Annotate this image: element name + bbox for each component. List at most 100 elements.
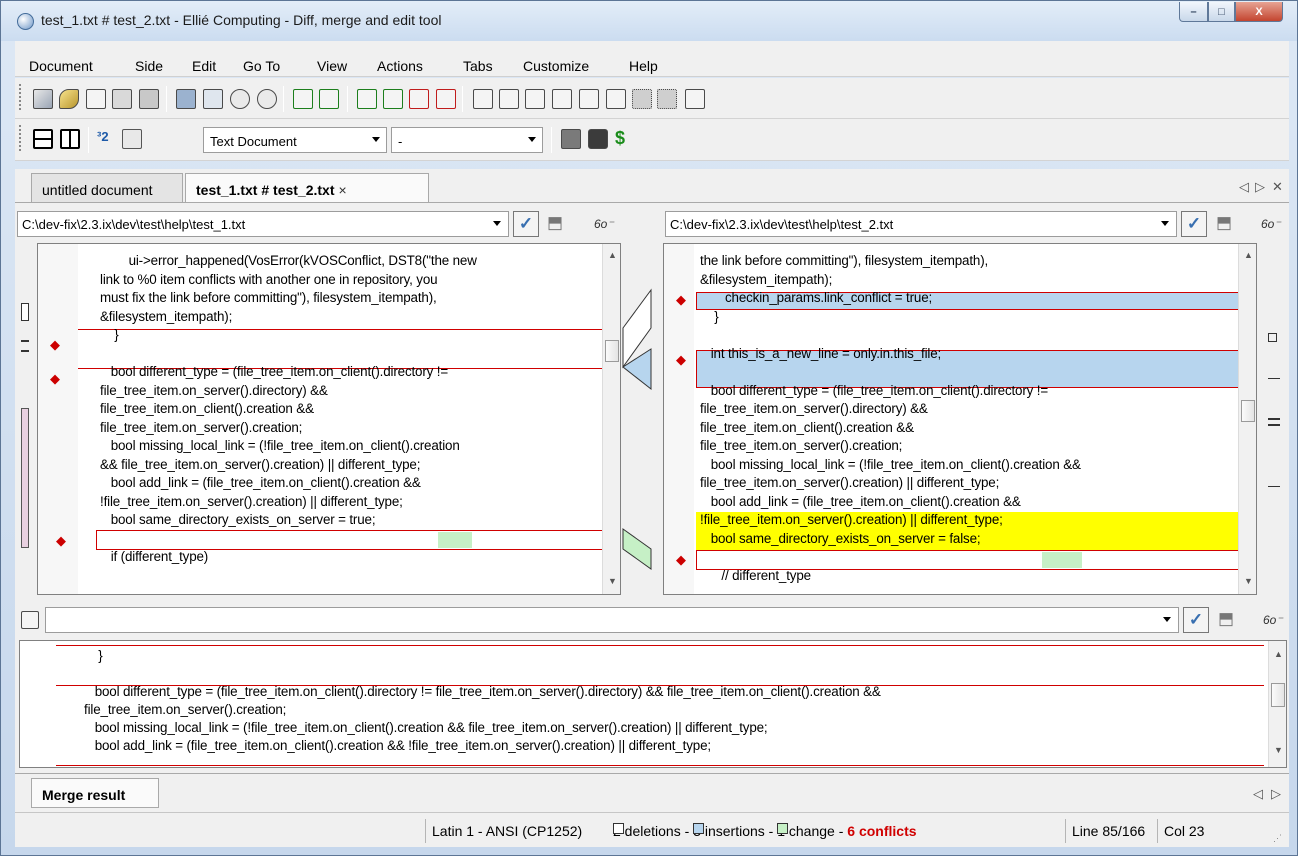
- diff-marker-icon[interactable]: ◆: [50, 337, 60, 353]
- merge-path-combo[interactable]: [45, 607, 1179, 633]
- prev-conflict-icon[interactable]: [409, 89, 429, 109]
- scroll-down-icon[interactable]: ▼: [1244, 576, 1253, 586]
- encoding-combo[interactable]: -: [391, 127, 543, 153]
- take-left-then-right-icon[interactable]: [525, 89, 545, 109]
- glasses-icon[interactable]: 6o⁻: [594, 217, 614, 231]
- save-as-icon[interactable]: [203, 89, 223, 109]
- next-diff-icon[interactable]: [293, 89, 313, 109]
- maximize-button[interactable]: □: [1208, 2, 1235, 22]
- scroll-thumb[interactable]: [605, 340, 619, 362]
- left-overview-ruler[interactable]: [19, 248, 39, 598]
- diff-marker-icon[interactable]: ◆: [676, 352, 686, 368]
- horizontal-split-icon[interactable]: [33, 129, 53, 149]
- take-right-then-left-icon[interactable]: [552, 89, 572, 109]
- undo-icon[interactable]: [230, 89, 250, 109]
- scroll-down-icon[interactable]: ▼: [608, 576, 617, 586]
- code-line: bool missing_local_link = (!file_tree_it…: [100, 438, 460, 453]
- left-vertical-scrollbar[interactable]: ▲ ▼: [602, 244, 620, 594]
- check-icon[interactable]: ✓: [1181, 211, 1207, 237]
- folder-compare-icon[interactable]: [561, 129, 581, 149]
- last-conflict-icon[interactable]: [436, 89, 456, 109]
- scroll-thumb[interactable]: [1271, 683, 1285, 707]
- take-both-icon[interactable]: [579, 89, 599, 109]
- scroll-up-icon[interactable]: ▲: [1274, 649, 1283, 659]
- tab-close-icon[interactable]: ×: [339, 182, 347, 198]
- open-icon[interactable]: [139, 89, 159, 109]
- menu-side[interactable]: Side: [135, 58, 163, 74]
- merge-toolbar: ✓ ⬒ 6o⁻: [17, 607, 1289, 637]
- right-overview-ruler[interactable]: [1259, 248, 1287, 598]
- print-icon[interactable]: [112, 89, 132, 109]
- merge-vertical-scrollbar[interactable]: ▲ ▼: [1268, 641, 1286, 767]
- code-line: && file_tree_item.on_server().creation) …: [100, 456, 421, 472]
- diff-marker-icon[interactable]: ◆: [50, 371, 60, 387]
- magic-wand-icon[interactable]: [59, 89, 79, 109]
- document-type-combo[interactable]: Text Document: [203, 127, 387, 153]
- license-icon[interactable]: $: [615, 129, 635, 149]
- merge-edit-icon[interactable]: [21, 611, 39, 629]
- open-folder-icon[interactable]: ⬒: [541, 211, 569, 237]
- menu-actions[interactable]: Actions: [377, 58, 423, 74]
- toolbar-grip[interactable]: [19, 125, 21, 151]
- open-folder-icon[interactable]: ⬒: [1212, 607, 1240, 633]
- tab-test-compare[interactable]: test_1.txt # test_2.txt ×: [185, 173, 429, 203]
- close-button[interactable]: X: [1235, 2, 1283, 22]
- insertions-count: 3 insertions -: [693, 823, 774, 839]
- edit-mode-icon[interactable]: [122, 129, 142, 149]
- glasses-icon[interactable]: 6o⁻: [1261, 217, 1281, 231]
- open-folder-icon[interactable]: ⬒: [1210, 211, 1238, 237]
- columns-icon[interactable]: [632, 89, 652, 109]
- right-vertical-scrollbar[interactable]: ▲ ▼: [1238, 244, 1256, 594]
- merge-options-icon[interactable]: [685, 89, 705, 109]
- two-way-three-way-icon[interactable]: ³2: [97, 129, 117, 149]
- code-line: the link before committing"), filesystem…: [700, 253, 989, 268]
- scroll-up-icon[interactable]: ▲: [608, 250, 617, 260]
- glasses-icon[interactable]: 6o⁻: [1263, 613, 1283, 627]
- scroll-thumb[interactable]: [1241, 400, 1255, 422]
- vertical-split-icon[interactable]: [60, 129, 80, 149]
- right-text-pane[interactable]: ◆ ◆ ◆ the link before committing"), file…: [663, 243, 1257, 595]
- menu-customize[interactable]: Customize: [523, 58, 589, 74]
- tab-scroll-right-icon[interactable]: ▷: [1271, 786, 1281, 802]
- rows-icon[interactable]: [657, 89, 677, 109]
- compare-icon[interactable]: [33, 89, 53, 109]
- next-conflict-icon[interactable]: [383, 89, 403, 109]
- scroll-up-icon[interactable]: ▲: [1244, 250, 1253, 260]
- menu-tabs[interactable]: Tabs: [463, 58, 493, 74]
- resize-grip-icon[interactable]: ⋰: [1273, 833, 1282, 844]
- toolbar-grip[interactable]: [19, 84, 21, 110]
- menu-edit[interactable]: Edit: [192, 58, 216, 74]
- take-left-icon[interactable]: [473, 89, 493, 109]
- merge-result-pane[interactable]: } bool different_type = (file_tree_item.…: [19, 640, 1287, 768]
- diff-marker-icon[interactable]: ◆: [676, 552, 686, 568]
- code-line: ui->error_happened(VosError(kVOSConflict…: [100, 253, 477, 268]
- tab-scroll-right-icon[interactable]: ▷: [1255, 179, 1265, 195]
- settings-icon[interactable]: [588, 129, 608, 149]
- take-right-icon[interactable]: [499, 89, 519, 109]
- tab-close-all-icon[interactable]: ✕: [1272, 179, 1283, 195]
- scroll-down-icon[interactable]: ▼: [1274, 745, 1283, 755]
- tab-untitled-document[interactable]: untitled document: [31, 173, 183, 202]
- take-none-icon[interactable]: [606, 89, 626, 109]
- menu-view[interactable]: View: [317, 58, 347, 74]
- left-text-pane[interactable]: ◆ ◆ ◆ ui->error_happened(VosError(kVOSCo…: [37, 243, 621, 595]
- check-icon[interactable]: ✓: [1183, 607, 1209, 633]
- tab-scroll-left-icon[interactable]: ◁: [1253, 786, 1263, 802]
- ruler-viewport[interactable]: [21, 408, 29, 548]
- save-icon[interactable]: [176, 89, 196, 109]
- check-icon[interactable]: ✓: [513, 211, 539, 237]
- tab-merge-result[interactable]: Merge result: [31, 778, 159, 808]
- right-path-combo[interactable]: C:\dev-fix\2.3.ix\dev\test\help\test_2.t…: [665, 211, 1177, 237]
- menu-help[interactable]: Help: [629, 58, 658, 74]
- copy-document-icon[interactable]: [86, 89, 106, 109]
- diff-marker-icon[interactable]: ◆: [56, 533, 66, 549]
- tab-scroll-left-icon[interactable]: ◁: [1239, 179, 1249, 195]
- minimize-button[interactable]: –: [1179, 2, 1208, 22]
- diff-marker-icon[interactable]: ◆: [676, 292, 686, 308]
- menu-document[interactable]: Document: [29, 58, 93, 74]
- menu-goto[interactable]: Go To: [243, 58, 280, 74]
- first-conflict-icon[interactable]: [357, 89, 377, 109]
- left-path-combo[interactable]: C:\dev-fix\2.3.ix\dev\test\help\test_1.t…: [17, 211, 509, 237]
- prev-diff-icon[interactable]: [319, 89, 339, 109]
- redo-icon[interactable]: [257, 89, 277, 109]
